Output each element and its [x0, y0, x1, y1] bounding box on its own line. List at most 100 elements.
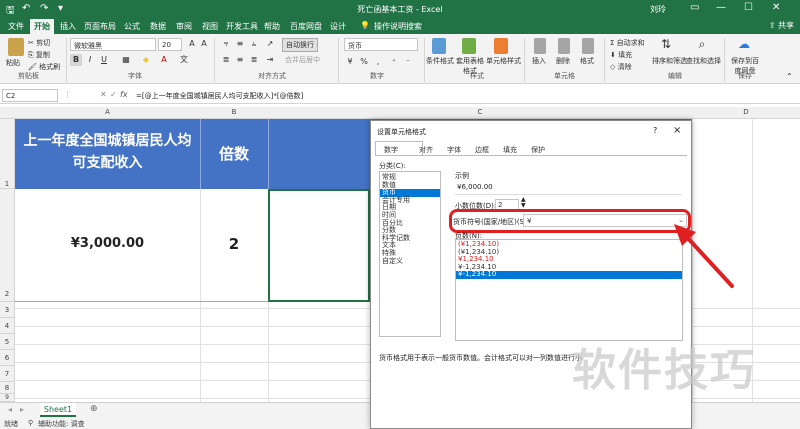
merge-center-button[interactable]: 合并后居中	[282, 54, 323, 66]
percent-icon[interactable]: %	[358, 56, 370, 68]
cell-style-icon[interactable]	[494, 38, 508, 54]
ribbon-display-icon[interactable]: ▭	[690, 2, 699, 13]
delete-cells-label[interactable]: 删除	[556, 56, 570, 66]
currency-icon[interactable]: ¥	[344, 56, 356, 68]
row-header-1[interactable]: 1	[0, 119, 15, 189]
cell-c2-selected[interactable]	[268, 189, 370, 302]
close-window-icon[interactable]: ✕	[772, 2, 780, 13]
tab-number-active[interactable]	[375, 141, 423, 155]
maximize-icon[interactable]: ☐	[744, 2, 753, 13]
grow-font-icon[interactable]: A	[186, 38, 198, 50]
tab-page-layout[interactable]: 页面布局	[84, 21, 116, 32]
tab-developer[interactable]: 开发工具	[226, 21, 258, 32]
share-button[interactable]: ⇪ 共享	[769, 20, 794, 31]
dialog-tab-font[interactable]: 字体	[447, 145, 461, 155]
align-center-icon[interactable]: ≡	[234, 54, 246, 66]
baidu-cloud-icon[interactable]: ☁	[738, 38, 750, 50]
sort-filter-label[interactable]: 排序和筛选	[652, 56, 687, 66]
indent-icon[interactable]: ⇥	[264, 54, 276, 66]
column-header-d[interactable]: D	[692, 108, 800, 116]
minimize-icon[interactable]: —	[716, 2, 726, 13]
row-header-8[interactable]: 8	[0, 382, 15, 394]
collapse-ribbon-icon[interactable]: ⌃	[786, 72, 793, 81]
cell-a1[interactable]: 上一年度全国城镇居民人均可支配收入	[15, 130, 200, 174]
phonetic-icon[interactable]: 文	[178, 54, 190, 66]
bold-button[interactable]: B	[70, 54, 82, 66]
italic-button[interactable]: I	[84, 54, 96, 66]
tab-view[interactable]: 视图	[202, 21, 218, 32]
paste-icon[interactable]	[8, 38, 24, 56]
column-header-c[interactable]: C	[268, 108, 692, 116]
add-sheet-icon[interactable]: ⊕	[90, 404, 98, 414]
wrap-text-button[interactable]: 自动换行	[282, 38, 318, 52]
autosum-button[interactable]: Σ 自动求和	[610, 38, 645, 48]
clear-button[interactable]: ◇ 清除	[610, 62, 632, 72]
dialog-tab-alignment[interactable]: 对齐	[419, 145, 433, 155]
status-accessibility[interactable]: 辅助功能: 调查	[38, 419, 85, 429]
tab-data[interactable]: 数据	[150, 21, 166, 32]
row-header-2[interactable]: 2	[0, 189, 15, 302]
delete-cells-icon[interactable]	[558, 38, 570, 54]
cell-b1[interactable]: 倍数	[200, 143, 268, 164]
row-header-7[interactable]: 7	[0, 366, 15, 382]
paste-label[interactable]: 粘贴	[6, 58, 20, 68]
decimal-spinner-icon[interactable]: ▲ ▼	[521, 197, 526, 209]
dialog-tab-protection[interactable]: 保护	[531, 145, 545, 155]
comma-icon[interactable]: ,	[372, 56, 384, 68]
tell-me-search[interactable]: 操作说明搜索	[374, 21, 422, 32]
scroll-right-icon[interactable]: ▸	[20, 405, 24, 414]
conditional-format-icon[interactable]	[432, 38, 446, 54]
dialog-tab-number[interactable]: 数字	[384, 145, 398, 155]
underline-button[interactable]: U	[98, 54, 110, 66]
name-box[interactable]: C2	[2, 89, 58, 102]
font-name-field[interactable]: 微软雅黑	[70, 38, 156, 51]
row-header-4[interactable]: 4	[0, 318, 15, 334]
increase-decimal-icon[interactable]: ⁺	[388, 56, 400, 68]
font-color-icon[interactable]: A	[158, 54, 170, 66]
copy-button[interactable]: ⎘ 复制	[28, 50, 50, 60]
row-header-5[interactable]: 5	[0, 334, 15, 350]
fill-color-icon[interactable]: ◈	[140, 54, 152, 66]
format-cells-icon[interactable]	[582, 38, 594, 54]
find-select-label[interactable]: 查找和选择	[686, 56, 721, 66]
conditional-format-label[interactable]: 条件格式	[426, 56, 454, 66]
cell-style-label[interactable]: 单元格样式	[486, 56, 521, 66]
cut-button[interactable]: ✂ 剪切	[28, 38, 50, 48]
border-icon[interactable]: ▦	[120, 54, 132, 66]
cell-a2[interactable]: ¥3,000.00	[15, 236, 200, 251]
tab-home[interactable]: 开始	[30, 19, 54, 34]
negative-numbers-list[interactable]: (¥1,234.10) (¥1,234.10) ¥1,234.10 ¥-1,23…	[455, 239, 683, 341]
tab-review[interactable]: 审阅	[176, 21, 192, 32]
number-format-field[interactable]: 货币	[344, 38, 418, 51]
row-header-6[interactable]: 6	[0, 350, 15, 366]
fx-icon[interactable]: fx	[120, 90, 128, 99]
row-header-3[interactable]: 3	[0, 302, 15, 318]
cancel-icon[interactable]: ✕	[100, 90, 107, 99]
insert-cells-label[interactable]: 插入	[532, 56, 546, 66]
user-name[interactable]: 刘玲	[650, 4, 666, 15]
close-dialog-button[interactable]: ×	[673, 125, 681, 136]
align-left-icon[interactable]: ≣	[220, 54, 232, 66]
tab-baidu[interactable]: 百度网盘	[290, 21, 322, 32]
column-header-b[interactable]: B	[200, 108, 268, 116]
help-button[interactable]: ?	[653, 126, 657, 135]
category-item[interactable]: 自定义	[380, 257, 440, 266]
sheet-tab-sheet1[interactable]: Sheet1	[40, 403, 76, 417]
shrink-font-icon[interactable]: A	[198, 38, 210, 50]
sort-filter-icon[interactable]: ⇅	[660, 38, 672, 50]
align-bottom-icon[interactable]: ⫨	[248, 38, 260, 50]
align-top-icon[interactable]: ⫧	[220, 38, 232, 50]
scroll-left-icon[interactable]: ◂	[8, 405, 12, 414]
category-list[interactable]: 常规 数值 货币 会计专用 日期 时间 百分比 分数 科学记数 文本 特殊 自定…	[379, 171, 441, 337]
tab-insert[interactable]: 插入	[60, 21, 76, 32]
negative-option-selected[interactable]: ¥-1,234.10	[456, 271, 682, 279]
orientation-icon[interactable]: ↗	[264, 38, 276, 50]
dialog-tab-fill[interactable]: 填充	[503, 145, 517, 155]
align-middle-icon[interactable]: ≡	[234, 38, 246, 50]
row-header-9[interactable]: 9	[0, 394, 15, 402]
find-select-icon[interactable]: ⌕	[696, 38, 708, 50]
align-right-icon[interactable]: ≣	[248, 54, 260, 66]
tab-file[interactable]: 文件	[8, 21, 24, 32]
formula-more-icon[interactable]: ⋮	[64, 91, 71, 99]
cell-b2[interactable]: 2	[200, 235, 268, 253]
